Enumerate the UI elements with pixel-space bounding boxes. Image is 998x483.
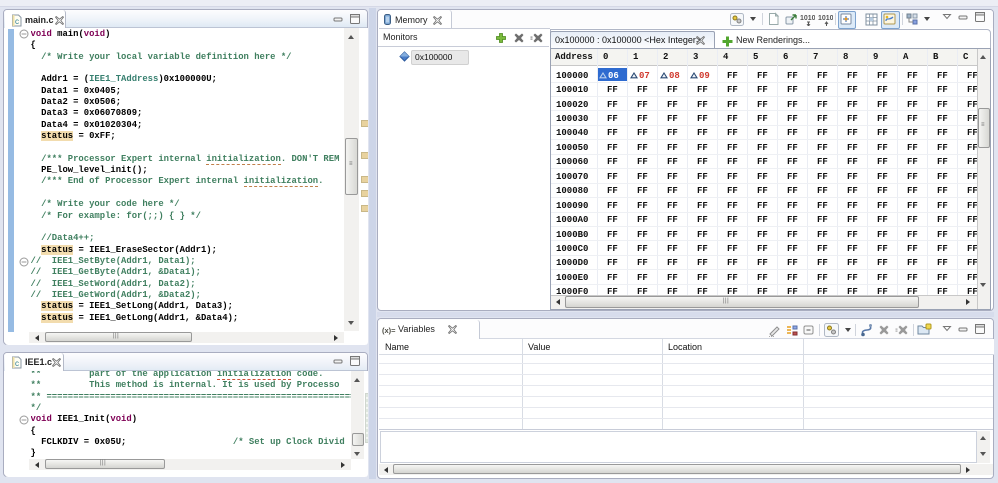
svg-text:c: c xyxy=(15,17,19,26)
svg-text:1010: 1010 xyxy=(800,15,815,22)
svg-text:c: c xyxy=(15,359,19,368)
svg-text:1010: 1010 xyxy=(818,15,833,22)
